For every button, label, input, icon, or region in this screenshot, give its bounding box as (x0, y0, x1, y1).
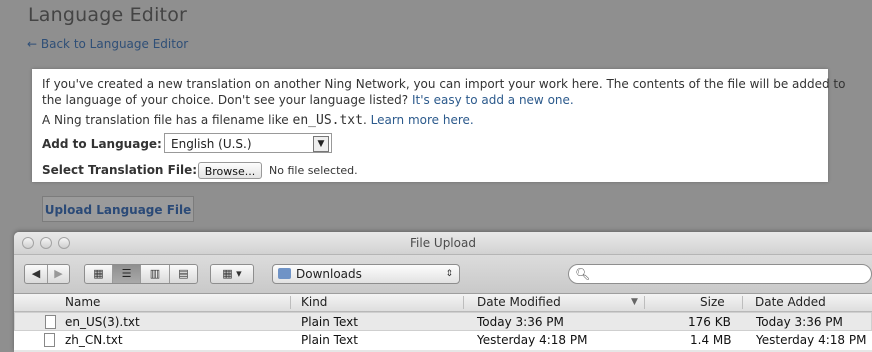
intro-line-2: the language of your choice. Don't see y… (42, 93, 574, 107)
file-row[interactable]: zh_CN.txt Plain Text Yesterday 4:18 PM 1… (14, 331, 872, 350)
file-name: zh_CN.txt (65, 333, 123, 347)
learn-more-link[interactable]: Learn more here. (371, 113, 474, 127)
dialog-title: File Upload (410, 236, 476, 250)
filename-line: A Ning translation file has a filename l… (42, 113, 474, 128)
file-kind: Plain Text (301, 315, 358, 329)
file-added: Yesterday 4:18 PM (756, 333, 867, 347)
location-popup[interactable]: Downloads ⇕ (272, 264, 460, 284)
search-icon: 🔍︎ (575, 267, 591, 281)
column-view-icon[interactable]: ▥ (141, 265, 170, 283)
add-language-label: Add to Language: (42, 137, 162, 151)
file-size: 1.4 MB (690, 333, 732, 347)
arrange-grid-icon: ▦ ▾ (222, 267, 242, 280)
language-select-value: English (U.S.) (171, 137, 252, 151)
search-input[interactable]: 🔍︎ (568, 264, 872, 284)
col-size[interactable]: Size (700, 295, 725, 309)
file-modified: Today 3:36 PM (477, 315, 564, 329)
chevron-down-icon: ▼ (313, 136, 329, 152)
text-file-icon (44, 333, 55, 347)
intro-text-2: the language of your choice. Don't see y… (42, 93, 409, 107)
file-size: 176 KB (688, 315, 731, 329)
dialog-toolbar: ◀ ▶ ▦ ☰ ▥ ▤ ▦ ▾ Downloads ⇕ 🔍︎ (14, 255, 872, 294)
back-forward-buttons: ◀ ▶ (24, 264, 70, 284)
no-file-text: No file selected. (269, 164, 358, 177)
updown-arrows-icon: ⇕ (445, 269, 453, 279)
column-header: Name Kind Date Modified ▼ Size Date Adde… (14, 294, 872, 312)
arrange-button[interactable]: ▦ ▾ (210, 264, 254, 284)
col-name[interactable]: Name (65, 295, 100, 309)
coverflow-view-icon[interactable]: ▤ (170, 265, 197, 283)
filename-prefix: A Ning translation file has a filename l… (42, 113, 289, 127)
icon-view-icon[interactable]: ▦ (85, 265, 113, 283)
add-language-link[interactable]: It's easy to add a new one. (412, 93, 574, 107)
upload-language-file-button[interactable]: Upload Language File (42, 196, 194, 222)
col-date-modified[interactable]: Date Modified (477, 295, 561, 309)
browse-button[interactable]: Browse... (198, 162, 262, 179)
file-added: Today 3:36 PM (756, 315, 843, 329)
intro-line-1: If you've created a new translation on a… (42, 77, 846, 91)
import-panel: If you've created a new translation on a… (32, 69, 845, 182)
dialog-titlebar: File Upload (14, 232, 872, 255)
col-kind[interactable]: Kind (301, 295, 327, 309)
col-date-added[interactable]: Date Added (755, 295, 826, 309)
view-mode-buttons: ▦ ☰ ▥ ▤ (84, 264, 198, 284)
back-arrow-icon[interactable]: ◀ (25, 265, 48, 283)
filename-example: en_US.txt (292, 113, 363, 128)
location-label: Downloads (296, 267, 362, 281)
page-title: Language Editor (28, 4, 188, 26)
folder-icon (278, 268, 291, 279)
forward-arrow-icon[interactable]: ▶ (48, 265, 69, 283)
file-kind: Plain Text (301, 333, 358, 347)
list-view-icon[interactable]: ☰ (113, 265, 141, 283)
file-label: Select Translation File: (42, 163, 198, 177)
file-row[interactable]: en_US(3).txt Plain Text Today 3:36 PM 17… (14, 312, 872, 331)
back-link[interactable]: ← Back to Language Editor (27, 37, 188, 51)
file-name: en_US(3).txt (65, 315, 140, 329)
language-select[interactable]: English (U.S.) ▼ (164, 133, 332, 153)
file-modified: Yesterday 4:18 PM (477, 333, 588, 347)
sort-indicator-icon: ▼ (631, 297, 638, 307)
text-file-icon (45, 315, 56, 329)
file-upload-dialog: File Upload ◀ ▶ ▦ ☰ ▥ ▤ ▦ ▾ Downloads ⇕ … (14, 232, 872, 352)
